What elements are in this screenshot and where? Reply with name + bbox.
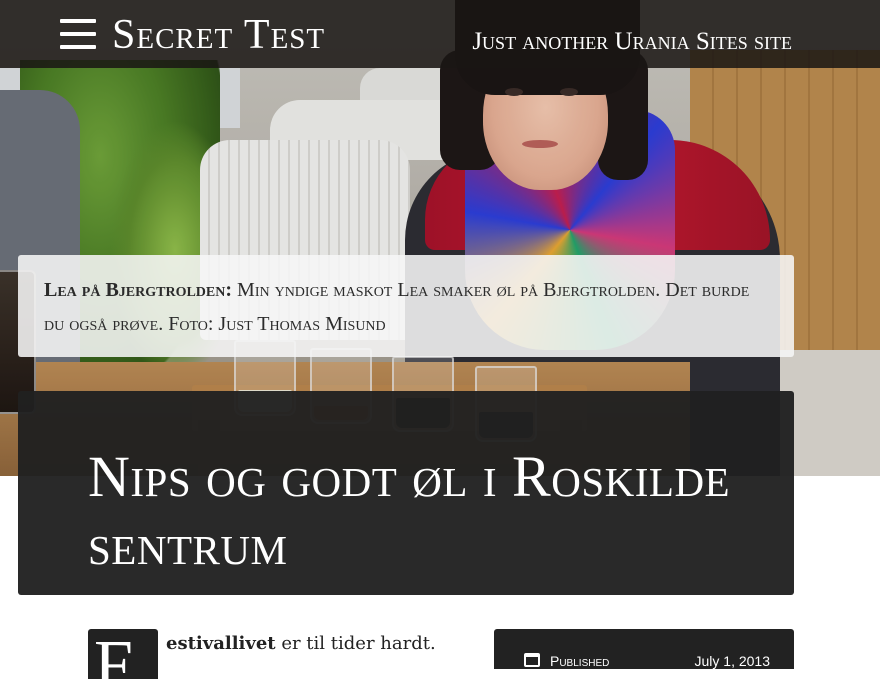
site-title-link[interactable]: Secret Test — [112, 10, 325, 60]
drop-cap-letter: F — [94, 629, 133, 679]
site-tagline: Just another Urania Sites site — [472, 28, 792, 55]
post-intro: estivallivet er til tider hardt. — [166, 630, 466, 658]
calendar-icon — [524, 653, 540, 667]
caption-lead: Lea på Bjergtrolden: — [44, 279, 233, 301]
published-label: Published — [550, 653, 610, 669]
intro-rest: er til tider hardt. — [275, 633, 436, 654]
top-bar: Secret Test Just another Urania Sites si… — [0, 0, 880, 68]
intro-bold: estivallivet — [166, 633, 276, 654]
hamburger-menu-icon[interactable] — [60, 17, 96, 51]
post-title: Nips og godt øl i Roskilde sentrum — [88, 444, 731, 577]
post-title-block: Nips og godt øl i Roskilde sentrum — [18, 391, 794, 595]
published-date[interactable]: July 1, 2013 — [695, 653, 771, 669]
image-caption: Lea på Bjergtrolden: Min yndige maskot L… — [18, 255, 794, 357]
drop-cap: F — [88, 629, 158, 679]
post-meta-box: Published July 1, 2013 — [494, 629, 794, 669]
